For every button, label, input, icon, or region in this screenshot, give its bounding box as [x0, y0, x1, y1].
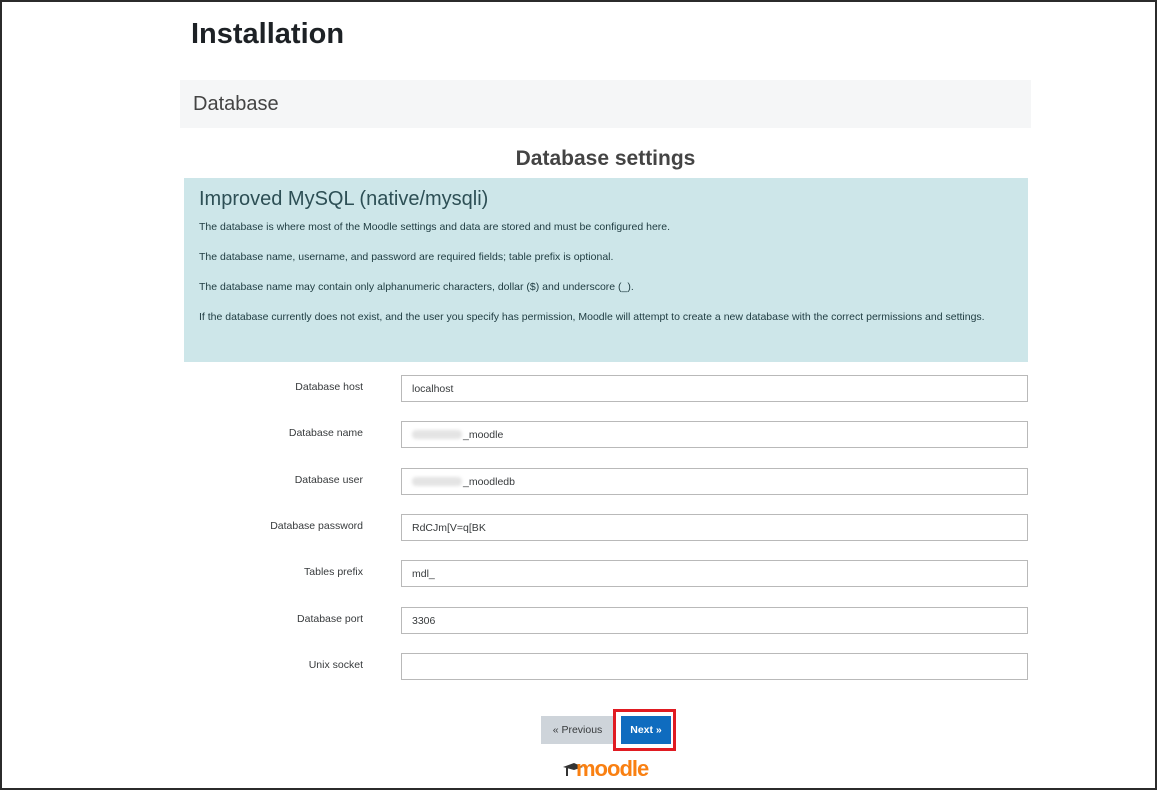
- db-password-label: Database password: [270, 520, 363, 532]
- redacted-text: [412, 430, 462, 439]
- form-row-unix-socket: Unix socket: [184, 653, 1028, 681]
- section-header: Database: [180, 80, 1031, 128]
- redacted-text: [412, 477, 462, 486]
- info-box: Improved MySQL (native/mysqli) The datab…: [184, 178, 1028, 362]
- next-button[interactable]: Next »: [621, 716, 671, 744]
- db-user-value: _moodledb: [463, 475, 515, 488]
- page-title: Installation: [191, 18, 345, 50]
- section-title: Database: [193, 93, 279, 115]
- db-host-label: Database host: [295, 381, 363, 393]
- form-row-db-host: Database host: [184, 375, 1028, 403]
- unix-socket-label: Unix socket: [308, 659, 363, 671]
- previous-button[interactable]: « Previous: [541, 716, 614, 744]
- form-row-tables-prefix: Tables prefix: [184, 560, 1028, 588]
- tables-prefix-input[interactable]: [401, 560, 1028, 587]
- info-paragraph: The database is where most of the Moodle…: [199, 221, 671, 233]
- unix-socket-input[interactable]: [401, 653, 1028, 680]
- moodle-logo-text: moodle: [576, 756, 649, 781]
- db-host-input[interactable]: [401, 375, 1028, 402]
- form-row-db-port: Database port: [184, 607, 1028, 635]
- moodle-logo: moodle: [562, 756, 662, 782]
- next-button-highlight: Next »: [613, 709, 676, 751]
- db-password-input[interactable]: [401, 514, 1028, 541]
- info-paragraph: The database name may contain only alpha…: [199, 281, 634, 293]
- form-row-db-name: Database name _moodle: [184, 421, 1028, 449]
- form-row-db-password: Database password: [184, 514, 1028, 542]
- settings-heading: Database settings: [515, 147, 696, 170]
- db-user-input[interactable]: _moodledb: [401, 468, 1028, 495]
- db-port-input[interactable]: [401, 607, 1028, 634]
- db-user-label: Database user: [294, 474, 363, 486]
- db-name-value: _moodle: [463, 428, 504, 441]
- db-port-label: Database port: [297, 613, 363, 625]
- info-paragraph: If the database currently does not exist…: [199, 311, 985, 323]
- form-row-db-user: Database user _moodledb: [184, 468, 1028, 496]
- db-name-input[interactable]: _moodle: [401, 421, 1028, 448]
- db-name-label: Database name: [288, 427, 363, 439]
- tables-prefix-label: Tables prefix: [304, 566, 363, 578]
- info-paragraph: The database name, username, and passwor…: [199, 251, 614, 263]
- info-heading: Improved MySQL (native/mysqli): [199, 188, 489, 210]
